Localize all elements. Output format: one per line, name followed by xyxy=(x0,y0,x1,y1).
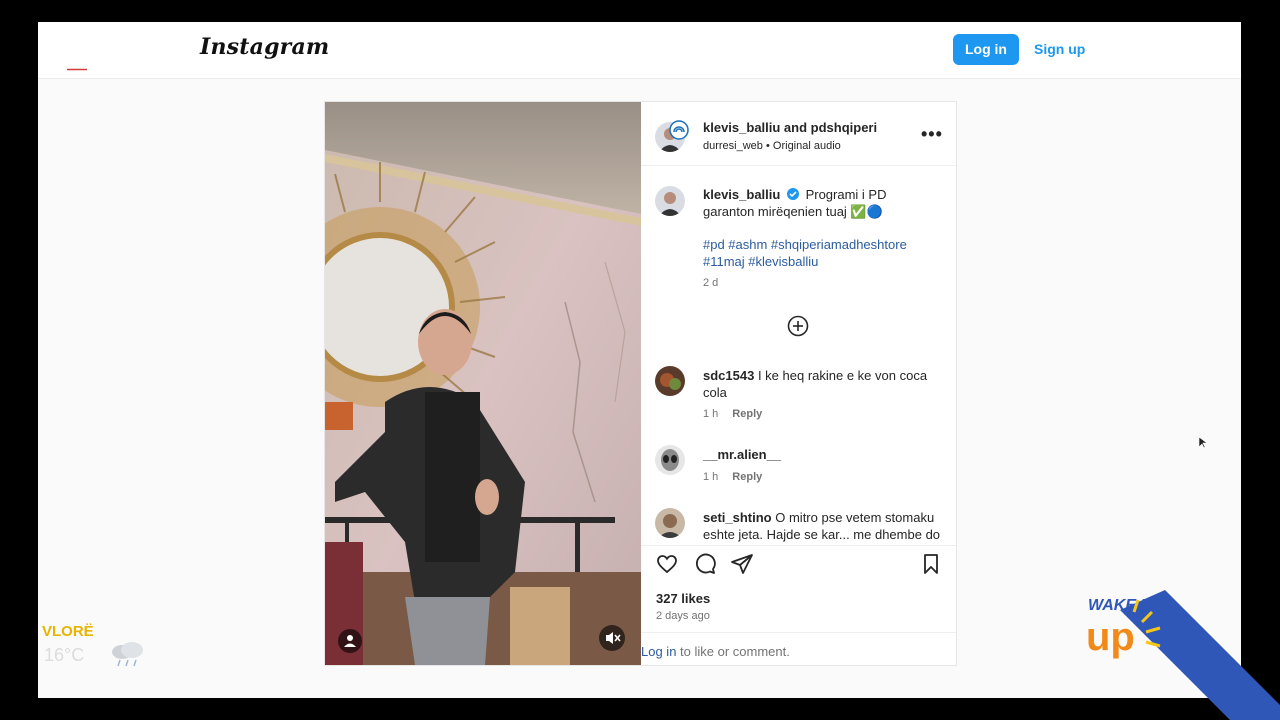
caption: klevis_balliu Programi i PD garanton mir… xyxy=(703,186,923,220)
post-author-names[interactable]: klevis_balliu and pdshqiperi xyxy=(703,120,877,135)
post-video[interactable] xyxy=(325,102,641,665)
user-icon xyxy=(344,635,356,647)
post-details-panel: klevis_balliu and pdshqiperi durresi_web… xyxy=(641,102,956,665)
instagram-logo[interactable]: Instagram xyxy=(200,34,329,60)
login-prompt-text: to like or comment. xyxy=(680,644,790,659)
load-more-comments-icon[interactable] xyxy=(787,315,809,337)
comment-3: seti_shtino O mitro pse vetem stomaku es… xyxy=(703,509,943,543)
reply-button[interactable]: Reply xyxy=(732,471,762,483)
more-options-icon[interactable]: ••• xyxy=(921,124,943,145)
comment-2: __mr.alien__ xyxy=(703,446,943,463)
commenter-avatar[interactable] xyxy=(655,366,685,396)
weather-city: VLORË xyxy=(42,623,94,640)
login-prompt: Log in to like or comment. xyxy=(641,644,790,659)
wake-up-logo-text: WAKE UP xyxy=(1088,597,1163,614)
comment-time: 1 h xyxy=(703,408,719,420)
dot-separator: • xyxy=(765,140,773,152)
avatar-image xyxy=(655,186,685,216)
header-divider xyxy=(641,165,956,166)
red-mark-icon xyxy=(67,68,87,71)
caption-avatar[interactable] xyxy=(655,186,685,216)
tagged-user-button[interactable] xyxy=(338,629,362,653)
comment-icon[interactable] xyxy=(693,552,717,576)
footer-divider xyxy=(641,632,956,633)
comment-username[interactable]: __mr.alien__ xyxy=(703,447,781,462)
rain-cloud-icon xyxy=(112,642,143,667)
commenter-avatar[interactable] xyxy=(655,508,685,538)
commenter-avatar[interactable] xyxy=(655,445,685,475)
collab-avatar-icon xyxy=(669,120,689,140)
post-date: 2 days ago xyxy=(656,610,710,622)
like-count[interactable]: 327 likes xyxy=(656,591,710,606)
comment-username[interactable]: sdc1543 xyxy=(703,368,754,383)
avatar-image xyxy=(655,366,685,396)
verified-badge-icon xyxy=(786,188,799,200)
comment-username[interactable]: seti_shtino xyxy=(703,510,772,525)
post-card: klevis_balliu and pdshqiperi durresi_web… xyxy=(324,101,957,666)
top-navigation-bar: Instagram Log in Sign up xyxy=(38,22,1241,79)
login-button[interactable]: Log in xyxy=(953,34,1019,65)
caption-username[interactable]: klevis_balliu xyxy=(703,187,780,202)
svg-text:up: up xyxy=(1086,615,1135,659)
mouse-cursor-icon xyxy=(1199,437,1207,449)
sub-username[interactable]: durresi_web xyxy=(703,140,763,152)
browser-viewport: Instagram Log in Sign up klevis_balliu a… xyxy=(38,22,1241,698)
avatar-image xyxy=(655,508,685,538)
caption-time: 2 d xyxy=(703,277,719,289)
share-icon[interactable] xyxy=(730,552,754,576)
comment-time: 1 h xyxy=(703,471,719,483)
heart-icon[interactable] xyxy=(655,552,679,576)
alien-avatar-icon xyxy=(655,445,685,475)
post-audio-info: durresi_web • Original audio xyxy=(703,140,841,152)
login-link[interactable]: Log in xyxy=(641,644,676,659)
comment-1-meta: 1 h Reply xyxy=(703,408,762,420)
caption-hashtags[interactable]: #pd #ashm #shqiperiamadheshtore #11maj #… xyxy=(703,236,933,270)
weather-temperature: 16°C xyxy=(44,645,85,665)
volume-muted-icon xyxy=(606,632,621,644)
wake-up-logo: WAKE UP up xyxy=(1086,590,1280,720)
mute-button[interactable] xyxy=(599,625,625,651)
signup-link[interactable]: Sign up xyxy=(1034,41,1085,57)
reply-button[interactable]: Reply xyxy=(732,408,762,420)
comment-2-meta: 1 h Reply xyxy=(703,471,762,483)
video-frame-image xyxy=(325,102,641,665)
audio-label[interactable]: Original audio xyxy=(773,140,841,152)
actions-divider xyxy=(641,545,956,546)
bookmark-icon[interactable] xyxy=(919,552,943,576)
comment-1: sdc1543 I ke heq rakine e ke von coca co… xyxy=(703,367,943,401)
